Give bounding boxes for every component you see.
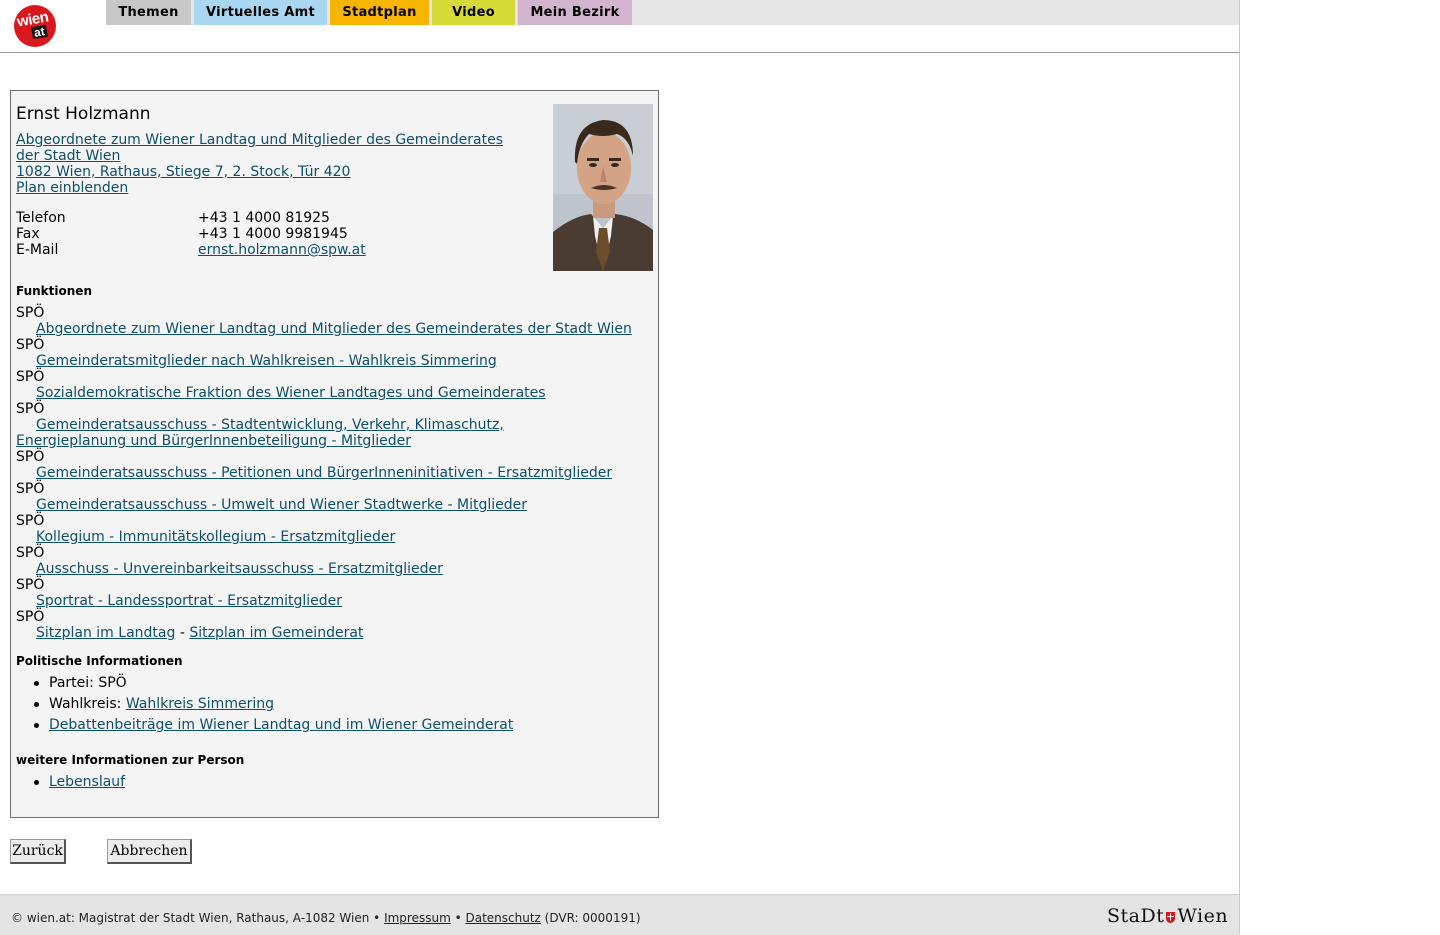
function-link[interactable]: Gemeinderatsausschuss - Petitionen und B… (16, 465, 646, 481)
list-item: Debattenbeiträge im Wiener Landtag und i… (16, 717, 513, 738)
wien-at-logo[interactable]: wien at (14, 5, 56, 47)
list-item: Partei: SPÖ (16, 675, 513, 696)
contact-row-email: E-Mail ernst.holzmann@spw.at (16, 242, 366, 258)
function-item-seating: SPÖ Sitzplan im Landtag - Sitzplan im Ge… (16, 609, 364, 641)
email-link[interactable]: ernst.holzmann@spw.at (198, 242, 366, 258)
nav-tab-mein-bezirk[interactable]: Mein Bezirk (518, 0, 632, 25)
function-item: SPÖ Gemeinderatsmitglieder nach Wahlkrei… (16, 337, 646, 369)
person-photo (553, 104, 653, 271)
list-item: Lebenslauf (16, 774, 125, 795)
person-name: Ernst Holzmann (16, 104, 151, 124)
function-link[interactable]: Kollegium - Immunitätskollegium - Ersatz… (16, 529, 646, 545)
list-item: Wahlkreis: Wahlkreis Simmering (16, 696, 513, 717)
function-link[interactable]: Abgeordnete zum Wiener Landtag und Mitgl… (16, 321, 646, 337)
impressum-link[interactable]: Impressum (384, 911, 451, 925)
political-list: Partei: SPÖ Wahlkreis: Wahlkreis Simmeri… (16, 675, 513, 738)
role-link[interactable]: Abgeordnete zum Wiener Landtag und Mitgl… (16, 132, 503, 164)
stadt-wien-logo: StaDt Wien (1107, 905, 1229, 927)
footer: © wien.at: Magistrat der Stadt Wien, Rat… (0, 894, 1239, 935)
function-link[interactable]: Gemeinderatsmitglieder nach Wahlkreisen … (16, 353, 646, 369)
address-link[interactable]: 1082 Wien, Rathaus, Stiege 7, 2. Stock, … (16, 164, 350, 180)
function-item: SPÖ Gemeinderatsausschuss - Umwelt und W… (16, 481, 646, 513)
functions-heading: Funktionen (16, 284, 92, 298)
function-link[interactable]: Sozialdemokratische Fraktion des Wiener … (16, 385, 646, 401)
plan-link[interactable]: Plan einblenden (16, 180, 128, 196)
seating-landtag-link[interactable]: Sitzplan im Landtag (36, 625, 175, 641)
more-info-heading: weitere Informationen zur Person (16, 753, 245, 767)
contact-row-phone: Telefon +43 1 4000 81925 (16, 210, 330, 226)
function-item: SPÖ Sportrat - Landessportrat - Ersatzmi… (16, 577, 646, 609)
function-link[interactable]: Gemeinderatsausschuss - Stadtentwicklung… (16, 417, 616, 449)
function-link[interactable]: Gemeinderatsausschuss - Umwelt und Wiene… (16, 497, 646, 513)
function-link[interactable]: Sportrat - Landessportrat - Ersatzmitgli… (16, 593, 646, 609)
wien-shield-icon (1166, 912, 1176, 923)
back-button[interactable]: Zurück (10, 839, 66, 864)
person-card: Ernst Holzmann Abgeordnete zum Wiener La… (10, 90, 659, 818)
header: wien at Themen Virtuelles Amt Stadtplan … (0, 0, 1239, 53)
function-item: SPÖ Kollegium - Immunitätskollegium - Er… (16, 513, 646, 545)
district-link[interactable]: Wahlkreis Simmering (126, 696, 274, 712)
function-item: SPÖ Abgeordnete zum Wiener Landtag und M… (16, 305, 646, 337)
nav-tab-virtuelles-amt[interactable]: Virtuelles Amt (194, 0, 327, 25)
nav-tab-stadtplan[interactable]: Stadtplan (330, 0, 429, 25)
political-heading: Politische Informationen (16, 654, 183, 668)
cancel-button[interactable]: Abbrechen (107, 839, 192, 864)
nav-tab-themen[interactable]: Themen (106, 0, 191, 25)
datenschutz-link[interactable]: Datenschutz (465, 911, 540, 925)
function-item: SPÖ Ausschuss - Unvereinbarkeitsausschus… (16, 545, 646, 577)
seating-gemeinderat-link[interactable]: Sitzplan im Gemeinderat (189, 625, 363, 641)
more-info-list: Lebenslauf (16, 774, 125, 795)
nav-tab-video[interactable]: Video (432, 0, 515, 25)
function-link[interactable]: Ausschuss - Unvereinbarkeitsausschuss - … (16, 561, 646, 577)
function-item: SPÖ Gemeinderatsausschuss - Petitionen u… (16, 449, 646, 481)
cv-link[interactable]: Lebenslauf (49, 774, 125, 790)
contact-row-fax: Fax +43 1 4000 9981945 (16, 226, 348, 242)
function-item: SPÖ Sozialdemokratische Fraktion des Wie… (16, 369, 646, 401)
page: wien at Themen Virtuelles Amt Stadtplan … (0, 0, 1240, 935)
debates-link[interactable]: Debattenbeiträge im Wiener Landtag und i… (49, 717, 513, 733)
footer-text: © wien.at: Magistrat der Stadt Wien, Rat… (11, 911, 641, 925)
function-item: SPÖ Gemeinderatsausschuss - Stadtentwick… (16, 401, 616, 449)
